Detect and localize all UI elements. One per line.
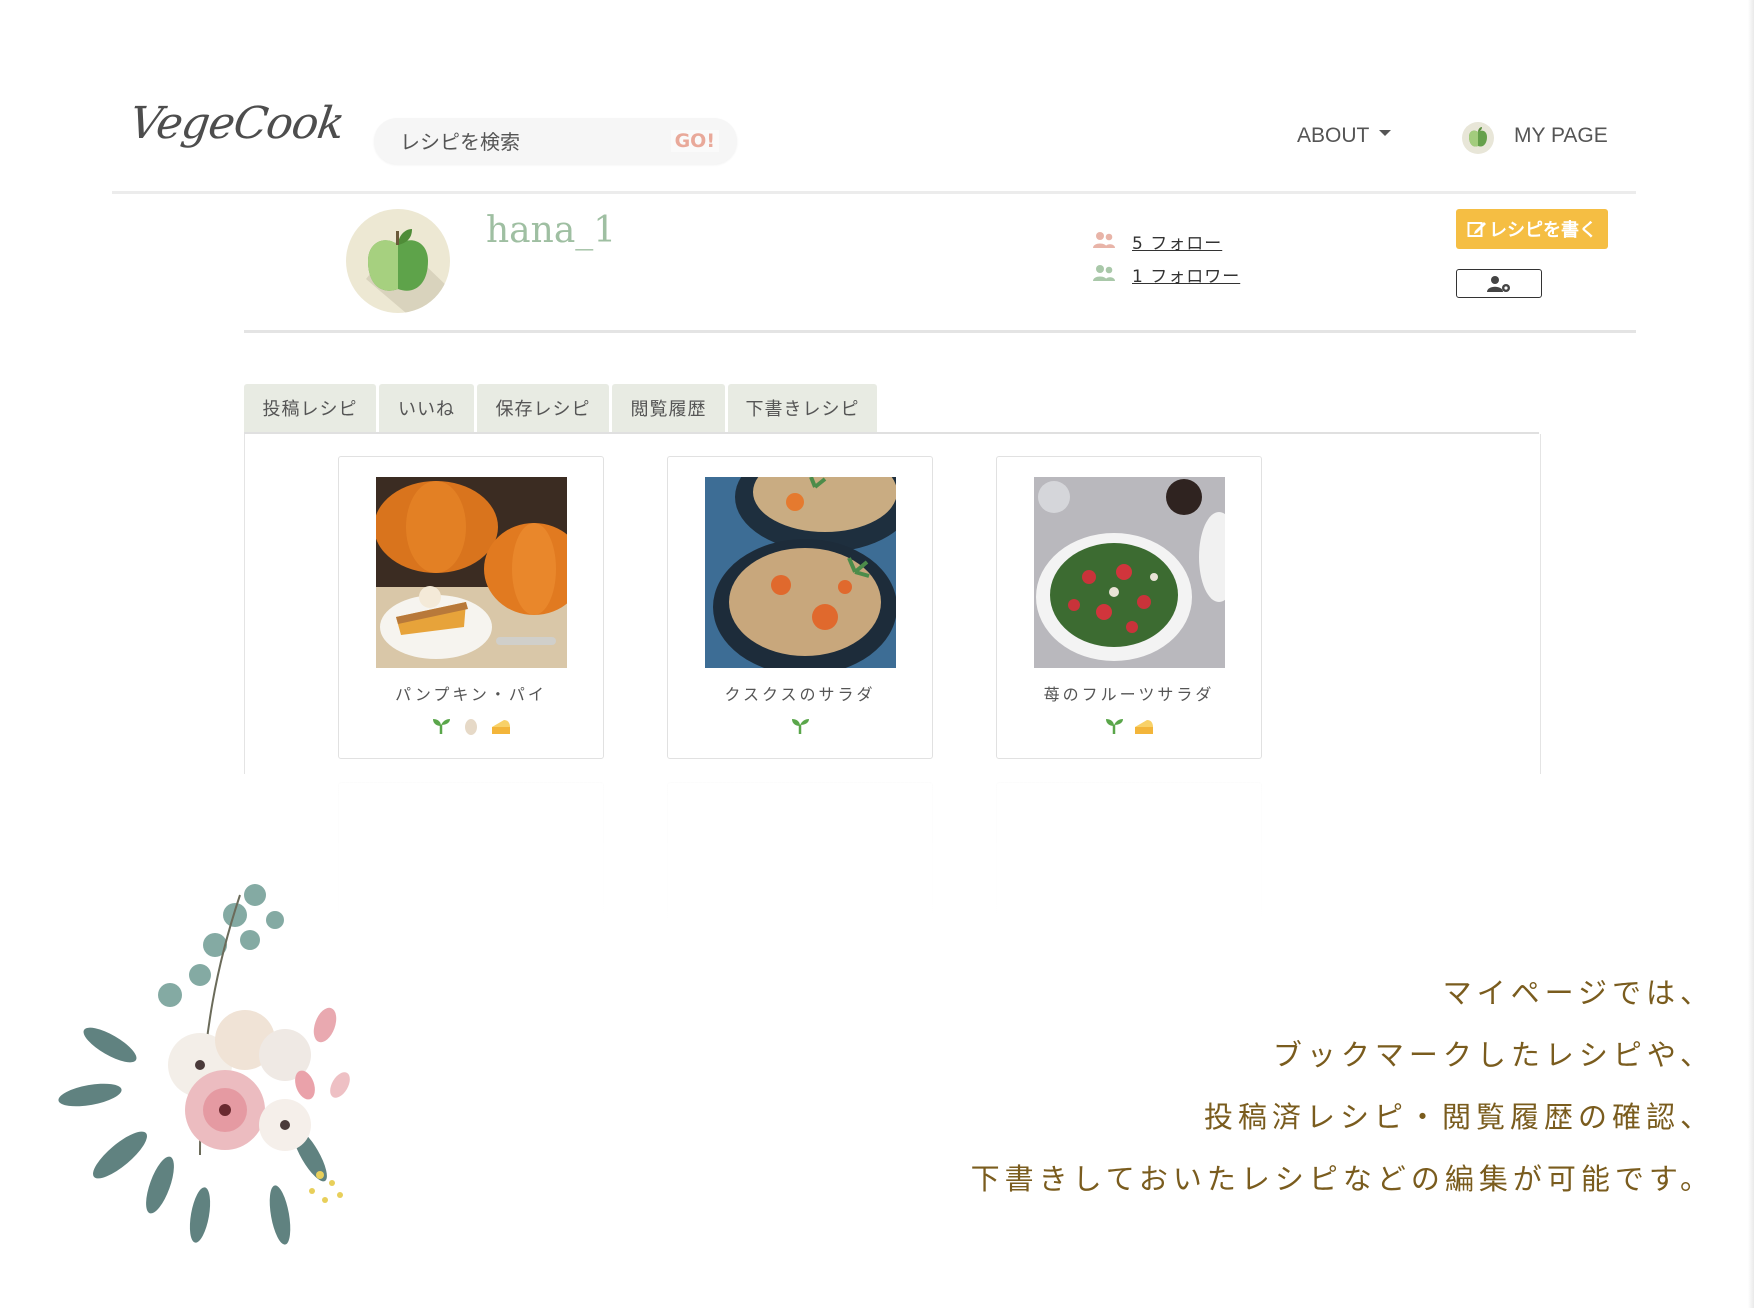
recipe-card[interactable]: パンプキン・パイ (338, 456, 604, 759)
username: hana_1 (486, 210, 617, 251)
recipe-tags (339, 715, 603, 737)
vegecook-logo[interactable]: VegeCook (126, 98, 346, 149)
user-gear-icon (1487, 275, 1510, 292)
follower-row: 1 フォロワー (1092, 261, 1240, 287)
recipe-title: クスクスのサラダ (724, 685, 876, 704)
recipe-photo-couscous-salad (705, 477, 896, 668)
header-divider (112, 191, 1636, 194)
recipe-title: 苺のフルーツサラダ (1043, 685, 1215, 704)
search-bar: GO! (374, 118, 737, 166)
feature-caption: マイページでは、 ブックマークしたレシピや、 投稿済レシピ・閲覧履歴の確認、 下… (971, 962, 1714, 1210)
sprout-icon (1103, 715, 1125, 737)
caption-line: 投稿済レシピ・閲覧履歴の確認、 (1203, 1100, 1714, 1134)
caption-line: ブックマークしたレシピや、 (1272, 1038, 1714, 1072)
profile-divider (244, 330, 1636, 333)
sprout-icon (789, 715, 811, 737)
tab-saved-recipes[interactable]: 保存レシピ (477, 384, 609, 432)
caret-down-icon (1379, 130, 1392, 137)
cards-reflection (244, 774, 1539, 964)
profile-settings-button[interactable] (1456, 269, 1542, 298)
about-dropdown[interactable]: ABOUT (1297, 124, 1392, 148)
caption-line: マイページでは、 (1442, 976, 1714, 1010)
flower-bouquet-illustration (58, 884, 350, 1245)
edit-icon (1467, 222, 1486, 237)
recipe-card[interactable]: クスクスのサラダ (667, 456, 933, 759)
recipe-photo-strawberry-salad (1034, 477, 1225, 668)
follower-link[interactable]: 1 フォロワー (1132, 262, 1240, 287)
my-page-link[interactable]: MY PAGE (1514, 124, 1608, 148)
apple-icon (366, 229, 450, 313)
users-icon (1093, 265, 1115, 281)
search-go-button[interactable]: GO! (670, 130, 719, 152)
cheese-icon (1133, 715, 1155, 737)
write-recipe-button[interactable]: レシピを書く (1456, 209, 1608, 249)
recipe-tabs: 投稿レシピ いいね 保存レシピ 閲覧履歴 下書きレシピ (244, 384, 880, 432)
nav-avatar[interactable] (1462, 122, 1494, 154)
tab-likes[interactable]: いいね (379, 384, 474, 432)
reflection-fade (244, 774, 1539, 964)
tab-posted-recipes[interactable]: 投稿レシピ (244, 384, 376, 432)
profile-avatar (346, 209, 450, 313)
recipe-tags (668, 715, 932, 737)
recipe-photo-pumpkin-pie (376, 477, 567, 668)
users-icon (1093, 232, 1115, 248)
sprout-icon (430, 715, 452, 737)
recipe-tags (997, 715, 1261, 737)
cheese-icon (490, 715, 512, 737)
caption-line: 下書きしておいたレシピなどの編集が可能です。 (970, 1162, 1714, 1196)
search-input[interactable] (398, 118, 662, 166)
follow-row: 5 フォロー (1092, 228, 1222, 254)
recipe-title: パンプキン・パイ (395, 685, 547, 704)
write-recipe-label: レシピを書く (1489, 220, 1597, 241)
about-label: ABOUT (1297, 124, 1370, 147)
follow-link[interactable]: 5 フォロー (1132, 229, 1222, 254)
page-edge-shadow (1748, 0, 1754, 1308)
tab-history[interactable]: 閲覧履歴 (612, 384, 725, 432)
egg-icon (460, 715, 482, 737)
tab-drafts[interactable]: 下書きレシピ (728, 384, 877, 432)
apple-icon (1469, 127, 1487, 147)
recipe-card[interactable]: 苺のフルーツサラダ (996, 456, 1262, 759)
